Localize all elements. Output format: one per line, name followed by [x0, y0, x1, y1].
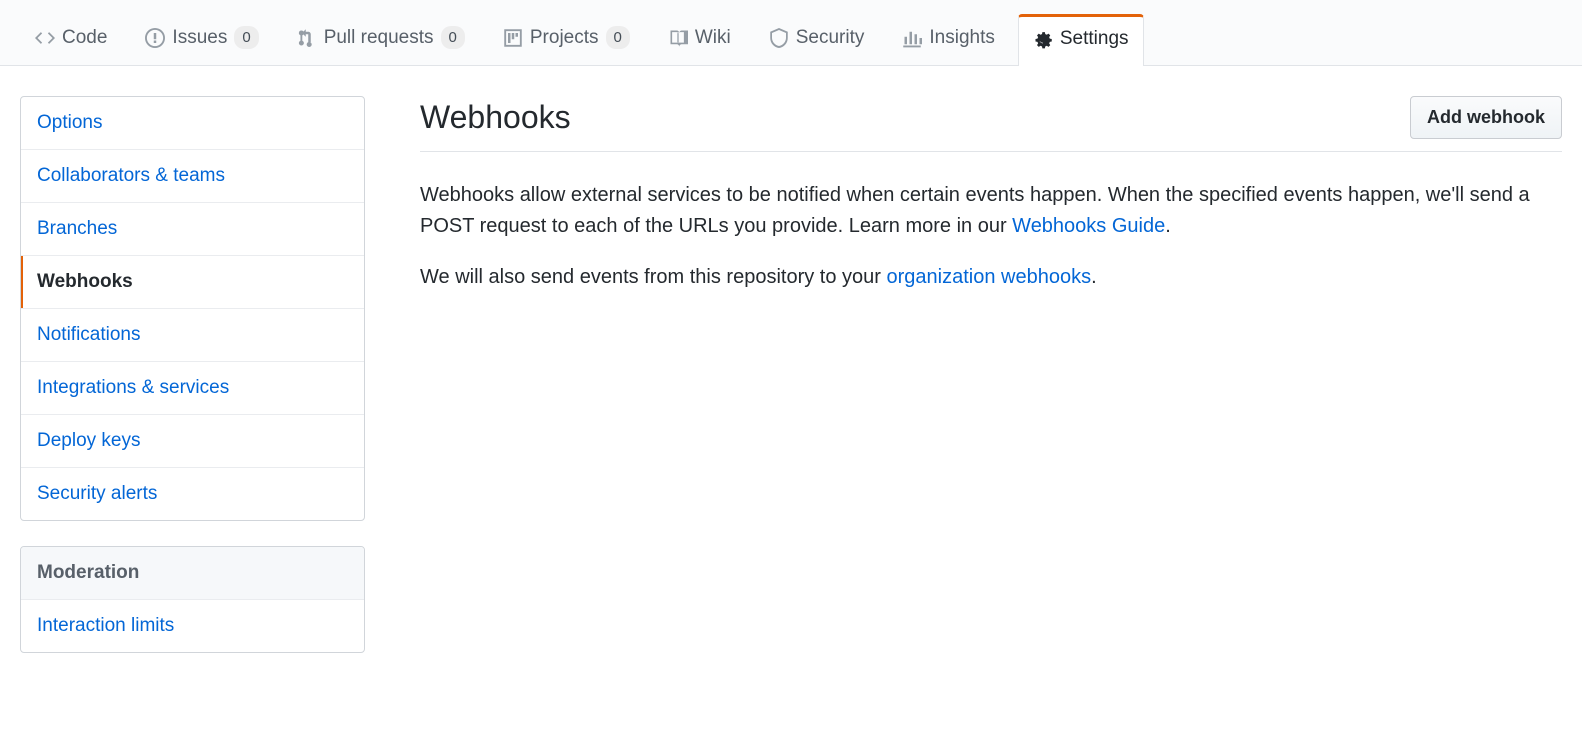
- webhooks-description: Webhooks allow external services to be n…: [420, 180, 1562, 242]
- tab-label: Wiki: [695, 27, 731, 49]
- book-icon: [668, 28, 688, 48]
- tab-insights[interactable]: Insights: [887, 12, 1009, 65]
- org-webhooks-note: We will also send events from this repos…: [420, 262, 1562, 293]
- description-text: .: [1165, 215, 1171, 237]
- tab-counter: 0: [234, 26, 258, 49]
- project-icon: [503, 28, 523, 48]
- tab-label: Security: [796, 27, 865, 49]
- description-text: Webhooks allow external services to be n…: [420, 184, 1530, 237]
- tab-label: Insights: [929, 27, 994, 49]
- tab-issues[interactable]: Issues 0: [130, 11, 273, 65]
- sidebar-item-integrations[interactable]: Integrations & services: [21, 362, 364, 415]
- sidebar-item-branches[interactable]: Branches: [21, 203, 364, 256]
- menu-header-moderation: Moderation: [21, 547, 364, 600]
- tab-counter: 0: [441, 26, 465, 49]
- tab-label: Projects: [530, 27, 599, 49]
- webhooks-guide-link[interactable]: Webhooks Guide: [1012, 215, 1165, 237]
- sidebar-item-interaction-limits[interactable]: Interaction limits: [21, 600, 364, 652]
- tab-label: Settings: [1060, 28, 1129, 50]
- tab-label: Issues: [172, 27, 227, 49]
- tab-projects[interactable]: Projects 0: [488, 11, 645, 65]
- organization-webhooks-link[interactable]: organization webhooks: [886, 266, 1091, 288]
- sidebar-item-security-alerts[interactable]: Security alerts: [21, 468, 364, 520]
- tab-security[interactable]: Security: [754, 12, 880, 65]
- add-webhook-button[interactable]: Add webhook: [1410, 96, 1562, 139]
- repo-tabs: Code Issues 0 Pull requests 0 Projects 0…: [0, 0, 1582, 66]
- tab-counter: 0: [606, 26, 630, 49]
- sidebar-item-deploy-keys[interactable]: Deploy keys: [21, 415, 364, 468]
- main-content: Webhooks Add webhook Webhooks allow exte…: [420, 96, 1562, 678]
- settings-sidebar: Options Collaborators & teams Branches W…: [20, 96, 365, 678]
- moderation-menu: Moderation Interaction limits: [20, 546, 365, 653]
- sidebar-item-options[interactable]: Options: [21, 97, 364, 150]
- description-text: We will also send events from this repos…: [420, 266, 886, 288]
- pull-request-icon: [297, 28, 317, 48]
- sidebar-item-webhooks[interactable]: Webhooks: [21, 256, 364, 309]
- issue-icon: [145, 28, 165, 48]
- page-title: Webhooks: [420, 99, 571, 136]
- graph-icon: [902, 28, 922, 48]
- sidebar-item-notifications[interactable]: Notifications: [21, 309, 364, 362]
- shield-icon: [769, 28, 789, 48]
- tab-pull-requests[interactable]: Pull requests 0: [282, 11, 480, 65]
- settings-menu: Options Collaborators & teams Branches W…: [20, 96, 365, 521]
- code-icon: [35, 28, 55, 48]
- page-header: Webhooks Add webhook: [420, 96, 1562, 152]
- tab-code[interactable]: Code: [20, 12, 122, 65]
- tab-label: Pull requests: [324, 27, 434, 49]
- description-text: .: [1091, 266, 1097, 288]
- tab-label: Code: [62, 27, 107, 49]
- sidebar-item-collaborators[interactable]: Collaborators & teams: [21, 150, 364, 203]
- tab-wiki[interactable]: Wiki: [653, 12, 746, 65]
- tab-settings[interactable]: Settings: [1018, 14, 1144, 66]
- gear-icon: [1033, 29, 1053, 49]
